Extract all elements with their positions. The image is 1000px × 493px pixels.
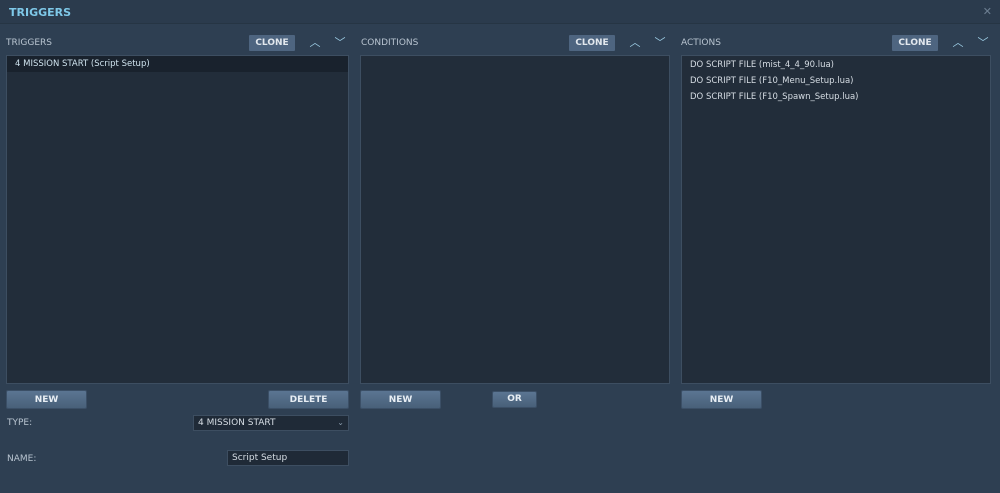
- type-label: TYPE:: [7, 418, 33, 428]
- new-condition-button[interactable]: NEW: [360, 390, 441, 409]
- actions-clone-button[interactable]: CLONE: [892, 35, 938, 51]
- close-icon[interactable]: ✕: [983, 5, 992, 18]
- triggers-move-down-icon[interactable]: ﹀: [333, 36, 347, 50]
- title-bar: [0, 0, 1000, 24]
- conditions-clone-button[interactable]: CLONE: [569, 35, 615, 51]
- action-item[interactable]: DO SCRIPT FILE (mist_4_4_90.lua): [682, 57, 990, 73]
- conditions-move-up-icon[interactable]: ︿: [628, 36, 642, 50]
- type-select[interactable]: 4 MISSION START ⌄: [193, 415, 349, 431]
- triggers-move-up-icon[interactable]: ︿: [308, 36, 322, 50]
- conditions-list[interactable]: [360, 55, 670, 384]
- actions-move-down-icon[interactable]: ﹀: [976, 36, 990, 50]
- name-input[interactable]: Script Setup: [227, 450, 349, 466]
- name-label: NAME:: [7, 454, 37, 464]
- chevron-down-icon: ⌄: [337, 418, 344, 427]
- type-select-value: 4 MISSION START: [198, 418, 276, 428]
- trigger-item[interactable]: 4 MISSION START (Script Setup): [7, 56, 348, 72]
- triggers-clone-button[interactable]: CLONE: [249, 35, 295, 51]
- or-button[interactable]: OR: [492, 391, 537, 408]
- actions-label: ACTIONS: [681, 38, 721, 48]
- actions-list[interactable]: DO SCRIPT FILE (mist_4_4_90.lua) DO SCRI…: [681, 55, 991, 384]
- actions-move-up-icon[interactable]: ︿: [951, 36, 965, 50]
- new-action-button[interactable]: NEW: [681, 390, 762, 409]
- triggers-list[interactable]: 4 MISSION START (Script Setup): [6, 55, 349, 384]
- triggers-label: TRIGGERS: [6, 38, 53, 48]
- delete-trigger-button[interactable]: DELETE: [268, 390, 349, 409]
- window-title: TRIGGERS: [9, 6, 72, 19]
- action-item[interactable]: DO SCRIPT FILE (F10_Menu_Setup.lua): [682, 73, 990, 89]
- conditions-label: CONDITIONS: [361, 38, 419, 48]
- action-item[interactable]: DO SCRIPT FILE (F10_Spawn_Setup.lua): [682, 89, 990, 105]
- conditions-move-down-icon[interactable]: ﹀: [653, 36, 667, 50]
- new-trigger-button[interactable]: NEW: [6, 390, 87, 409]
